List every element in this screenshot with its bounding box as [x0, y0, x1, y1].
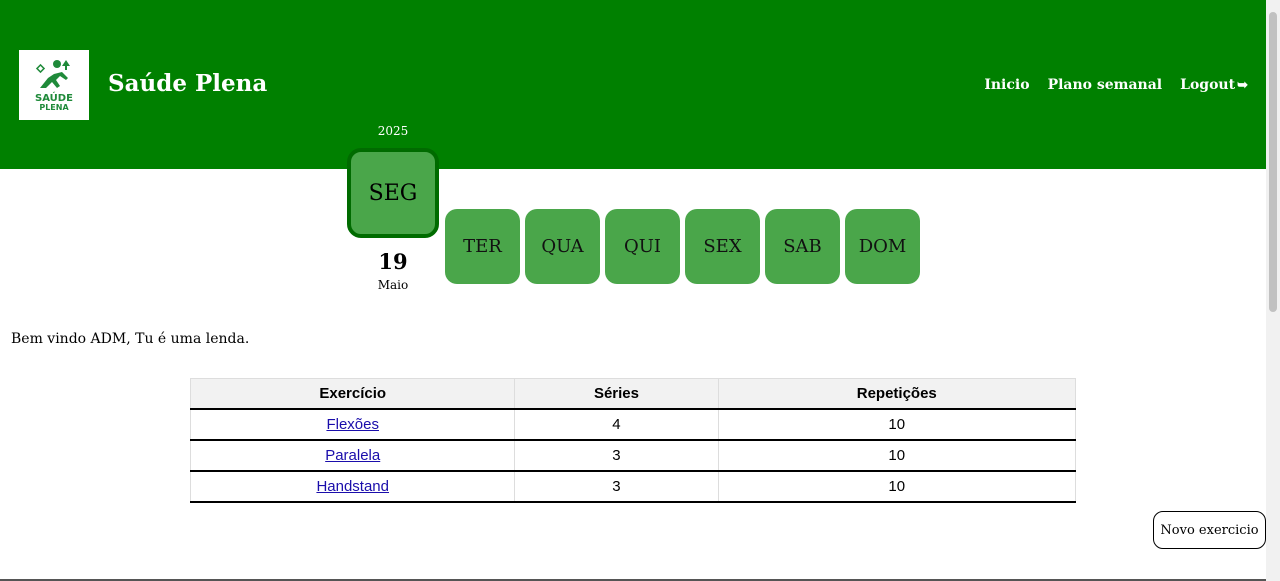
logo[interactable]: SAÚDE PLENA — [19, 50, 89, 120]
nav-link-inicio[interactable]: Inicio — [984, 77, 1029, 93]
logo-text-bottom: PLENA — [39, 103, 69, 112]
day-button-sex[interactable]: SEX — [685, 209, 760, 284]
exercise-cell: Flexões — [189, 408, 516, 441]
fitness-logo-icon — [35, 60, 70, 88]
new-exercise-button[interactable]: Novo exercicio — [1153, 511, 1266, 549]
nav-link-plano-semanal[interactable]: Plano semanal — [1048, 77, 1163, 93]
exercise-link-paralela[interactable]: Paralela — [325, 447, 380, 464]
series-cell: 4 — [514, 408, 719, 441]
exercise-link-handstand[interactable]: Handstand — [316, 478, 389, 495]
table-row: Flexões 4 10 — [189, 408, 1077, 441]
column-header-series: Séries — [514, 378, 719, 410]
logout-label: Logout — [1180, 77, 1236, 93]
vertical-scrollbar[interactable] — [1266, 0, 1280, 581]
scrollbar-thumb[interactable] — [1269, 12, 1277, 312]
calendar-year: 2025 — [377, 124, 409, 138]
table-row: Handstand 3 10 — [189, 470, 1077, 503]
exercise-cell: Paralela — [189, 439, 516, 472]
exercise-table: Exercício Séries Repetições Flexões 4 10… — [189, 378, 1077, 503]
column-header-reps: Repetições — [717, 378, 1077, 410]
day-button-ter[interactable]: TER — [445, 209, 520, 284]
weekday-buttons: TER QUA QUI SEX SAB DOM — [445, 209, 920, 284]
table-header-row: Exercício Séries Repetições — [189, 378, 1077, 410]
day-button-seg-selected[interactable]: SEG — [347, 148, 439, 238]
reps-cell: 10 — [717, 470, 1077, 503]
reps-cell: 10 — [717, 439, 1077, 472]
series-cell: 3 — [514, 470, 719, 503]
date-number: 19 — [378, 249, 408, 274]
welcome-message: Bem vindo ADM, Tu é uma lenda. — [11, 331, 250, 347]
day-button-dom[interactable]: DOM — [845, 209, 920, 284]
exercise-cell: Handstand — [189, 470, 516, 503]
day-button-qua[interactable]: QUA — [525, 209, 600, 284]
day-button-qui[interactable]: QUI — [605, 209, 680, 284]
date-month: Maio — [377, 278, 409, 292]
column-header-exercise: Exercício — [189, 378, 516, 410]
exercise-link-flexoes[interactable]: Flexões — [326, 416, 379, 433]
table-row: Paralela 3 10 — [189, 439, 1077, 472]
brand-title: Saúde Plena — [108, 70, 268, 97]
nav-link-logout[interactable]: Logout ➥ — [1180, 77, 1248, 93]
series-cell: 3 — [514, 439, 719, 472]
day-button-sab[interactable]: SAB — [765, 209, 840, 284]
header-bar: SAÚDE PLENA Saúde Plena Inicio Plano sem… — [0, 0, 1266, 169]
logout-arrow-icon: ➥ — [1237, 78, 1248, 93]
reps-cell: 10 — [717, 408, 1077, 441]
top-nav: Inicio Plano semanal Logout ➥ — [984, 77, 1248, 93]
